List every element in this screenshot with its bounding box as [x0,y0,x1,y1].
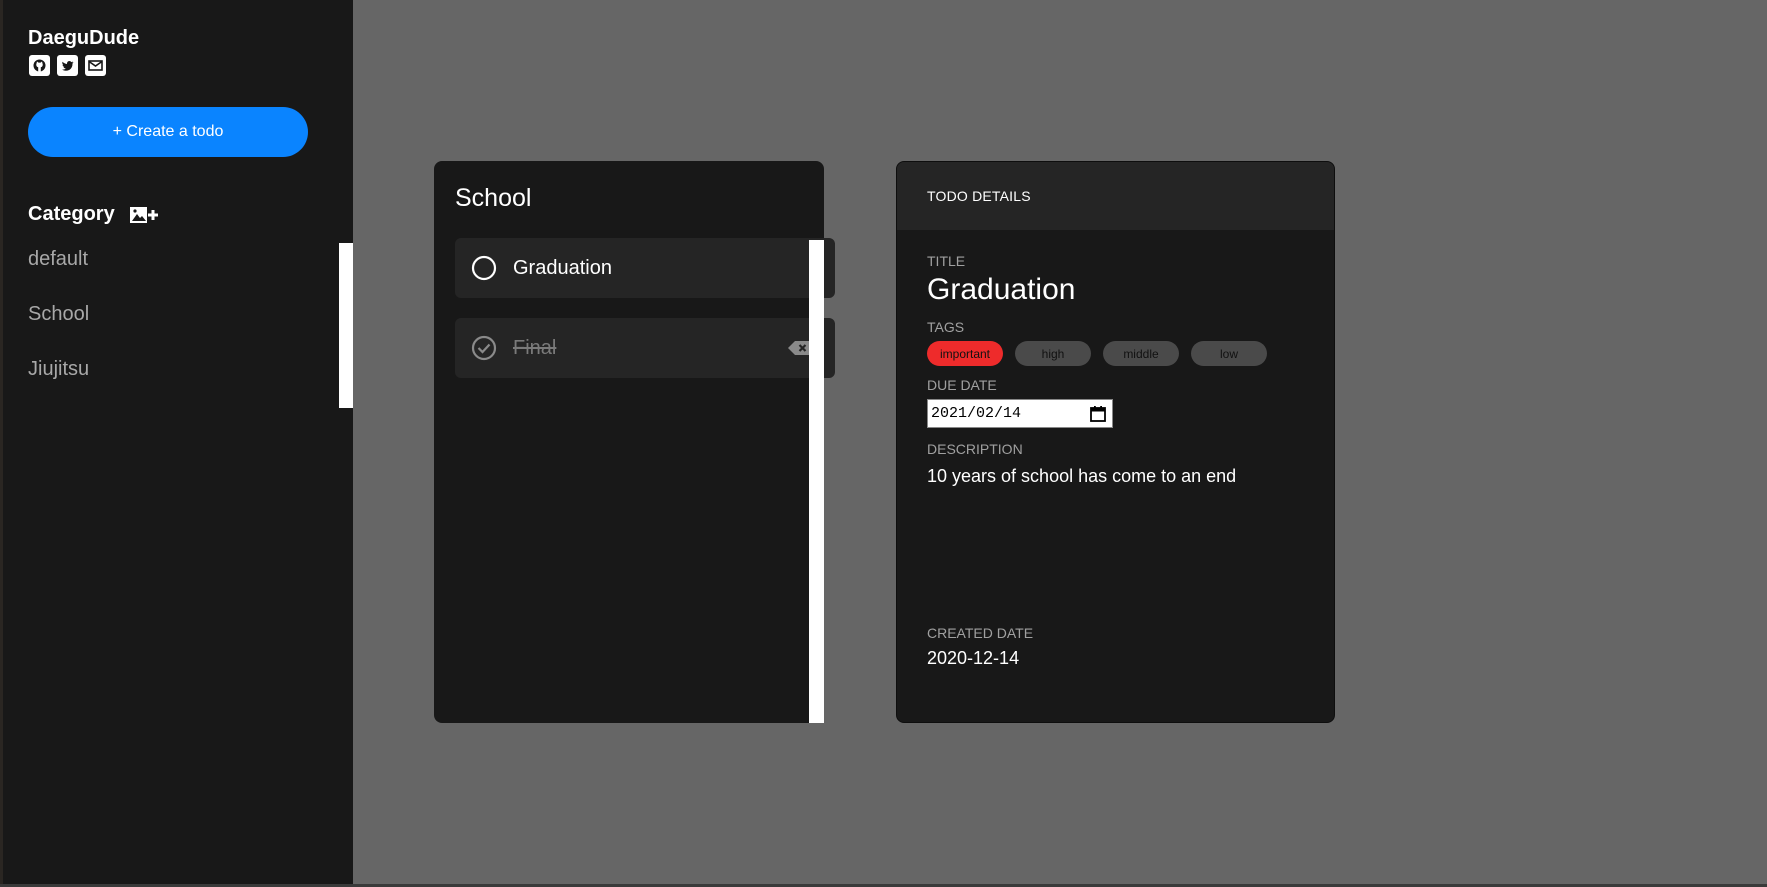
category-title: Category [28,203,115,225]
github-icon[interactable] [28,54,50,76]
circle-icon[interactable] [471,255,497,281]
app-window: DaeguDude + Create a todo Category defau… [0,0,1767,884]
details-body: TITLE Graduation TAGS important high mid… [897,230,1334,670]
details-header: TODO DETAILS [897,162,1334,230]
due-date-value: 2021/02/14 [931,405,1022,422]
category-header: Category [28,203,353,226]
tag-important[interactable]: important [927,341,1003,366]
brand-name: DaeguDude [28,27,140,49]
check-circle-icon[interactable] [471,335,497,361]
tags-label: TAGS [927,319,965,335]
sidebar-item-jiujitsu[interactable]: Jiujitsu [28,356,353,411]
created-date-label: CREATED DATE [927,625,1034,641]
sidebar-item-school[interactable]: School [28,301,353,356]
tag-list: important high middle low [927,341,1304,366]
todo-label: Graduation [513,256,612,279]
sidebar-item-default[interactable]: default [28,246,353,301]
mail-icon[interactable] [84,54,106,76]
description-text[interactable]: 10 years of school has come to an end [927,464,1304,624]
add-category-icon[interactable] [129,204,159,226]
sidebar-scrollbar[interactable] [339,243,353,408]
due-date-label: DUE DATE [927,377,997,393]
created-date-value: 2020-12-14 [927,648,1020,668]
create-todo-button[interactable]: + Create a todo [28,107,308,157]
todo-list-card: School Graduation Final [434,161,835,723]
todo-list: Graduation Final [455,238,835,378]
calendar-icon[interactable] [1088,404,1108,424]
due-date-input[interactable]: 2021/02/14 [927,399,1113,428]
todo-title: Graduation [927,273,1076,306]
social-links [28,54,353,76]
sidebar: DaeguDude + Create a todo Category defau… [0,0,353,884]
list-title: School [455,184,532,212]
tag-high[interactable]: high [1015,341,1091,366]
main-area: School Graduation Final TODO DETAILS TIT… [353,0,1767,884]
list-scrollbar[interactable] [809,240,824,723]
tag-middle[interactable]: middle [1103,341,1179,366]
todo-item[interactable]: Graduation [455,238,835,298]
category-list: default School Jiujitsu [28,246,353,411]
todo-label: Final [513,336,557,359]
tag-low[interactable]: low [1191,341,1267,366]
description-label: DESCRIPTION [927,441,1023,457]
title-label: TITLE [927,253,966,269]
todo-item[interactable]: Final [455,318,835,378]
todo-details-card: TODO DETAILS TITLE Graduation TAGS impor… [896,161,1335,723]
twitter-icon[interactable] [56,54,78,76]
